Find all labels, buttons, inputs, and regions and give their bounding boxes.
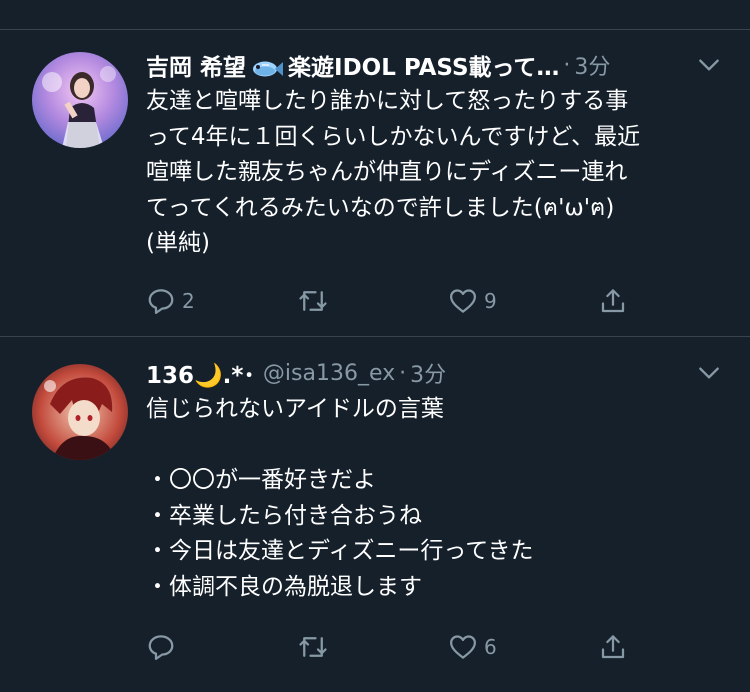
reply-icon <box>148 289 174 314</box>
avatar[interactable] <box>32 52 128 148</box>
display-name[interactable]: 136🌙.*･ <box>146 356 255 390</box>
share-button[interactable] <box>598 630 628 664</box>
like-button[interactable]: 9 <box>448 284 497 318</box>
like-button[interactable]: 6 <box>448 630 497 664</box>
reply-button[interactable] <box>146 630 182 664</box>
chevron-down-icon[interactable] <box>696 360 722 386</box>
heart-icon <box>450 289 476 313</box>
retweet-button[interactable] <box>298 630 334 664</box>
tweet-time[interactable]: 3分 <box>410 357 446 389</box>
separator-dot: · <box>399 360 407 386</box>
tweet-text: 友達と喧嘩したり誰かに対して怒ったりする事 って4年に１回くらいしかないんですけ… <box>146 88 641 256</box>
fish-emoji-icon <box>253 61 284 76</box>
tweet-card[interactable]: 136🌙.*･ @isa136_ex · 3分 信じられないアイドルの言葉 ・〇… <box>0 338 750 692</box>
share-icon <box>601 635 625 659</box>
separator-dot: · <box>563 52 571 78</box>
tweet-header: 吉岡 希望 楽遊IDOL PASS載って… · 3分 <box>146 48 722 82</box>
display-name[interactable]: 吉岡 希望 楽遊IDOL PASS載って… <box>146 48 559 82</box>
reply-button[interactable]: 2 <box>146 284 195 318</box>
tweet-time[interactable]: 3分 <box>574 49 610 81</box>
top-divider <box>0 0 750 30</box>
tweet-content: 吉岡 希望 楽遊IDOL PASS載って… · 3分 友達と喧嘩したり誰かに対して… <box>146 48 722 262</box>
heart-icon <box>450 635 476 659</box>
chevron-down-icon[interactable] <box>696 52 722 78</box>
user-handle[interactable]: @isa136_ex <box>263 361 395 386</box>
retweet-icon <box>299 291 327 311</box>
tweet-header: 136🌙.*･ @isa136_ex · 3分 <box>146 356 722 390</box>
retweet-button[interactable] <box>298 284 334 318</box>
reply-count: 2 <box>182 289 195 313</box>
share-icon <box>601 289 625 313</box>
like-count: 9 <box>484 289 497 313</box>
share-button[interactable] <box>598 284 628 318</box>
tweet-content: 136🌙.*･ @isa136_ex · 3分 信じられないアイドルの言葉 ・〇… <box>146 356 722 605</box>
tweet-text: 信じられないアイドルの言葉 ・〇〇が一番好きだよ ・卒業したら付き合おうね ・今… <box>146 396 534 600</box>
retweet-icon <box>299 637 327 657</box>
tweet-actions: 6 <box>146 630 646 664</box>
tweet-actions: 2 9 <box>146 284 646 318</box>
reply-icon <box>148 635 174 660</box>
avatar[interactable] <box>32 364 128 460</box>
timeline: 吉岡 希望 楽遊IDOL PASS載って… · 3分 友達と喧嘩したり誰かに対して… <box>0 0 750 692</box>
tweet-card[interactable]: 吉岡 希望 楽遊IDOL PASS載って… · 3分 友達と喧嘩したり誰かに対して… <box>0 30 750 337</box>
like-count: 6 <box>484 635 497 659</box>
